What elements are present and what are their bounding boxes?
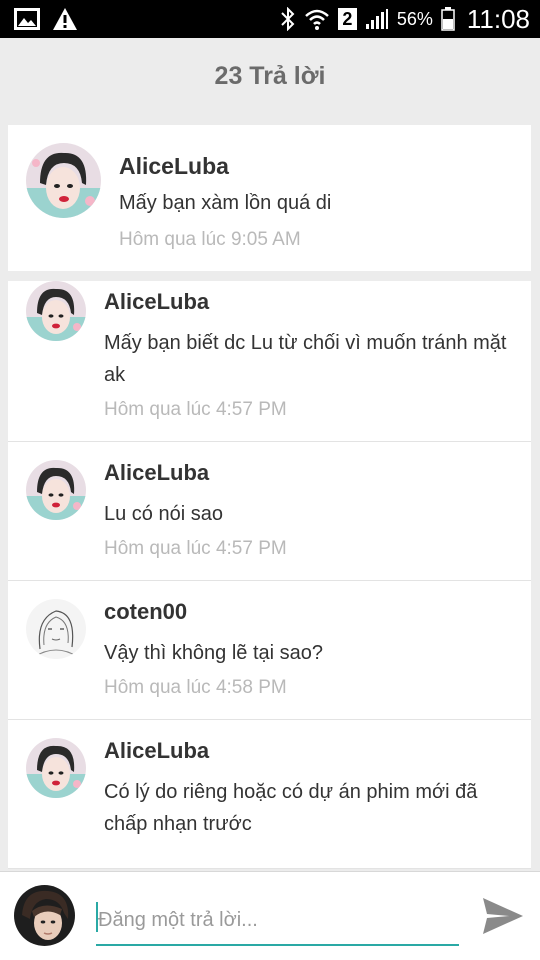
warning-icon bbox=[52, 7, 78, 31]
author-name[interactable]: coten00 bbox=[104, 599, 519, 625]
reply-timestamp: Hôm qua lúc 4:57 PM bbox=[104, 538, 287, 559]
replies-list: AliceLuba Mấy bạn biết dc Lu từ chối vì … bbox=[8, 281, 531, 869]
reply-text: Lu có nói sao bbox=[104, 503, 223, 525]
author-name[interactable]: AliceLuba bbox=[104, 460, 519, 486]
text-caret bbox=[96, 902, 98, 932]
my-avatar[interactable] bbox=[14, 885, 75, 946]
author-name[interactable]: AliceLuba bbox=[104, 289, 519, 315]
avatar[interactable] bbox=[26, 599, 86, 659]
list-item[interactable]: AliceLuba Mấy bạn biết dc Lu từ chối vì … bbox=[8, 281, 531, 442]
post-text: Mấy bạn xàm lồn quá di bbox=[119, 192, 332, 214]
reply-input[interactable] bbox=[96, 896, 459, 946]
reply-timestamp: Hôm qua lúc 4:58 PM bbox=[104, 677, 287, 698]
reply-text: Vậy thì không lẽ tại sao? bbox=[104, 642, 324, 664]
reply-text: Có lý do riêng hoặc có dự án phim mới đã… bbox=[104, 781, 478, 835]
send-icon bbox=[483, 898, 523, 934]
avatar[interactable] bbox=[26, 143, 101, 218]
bluetooth-icon bbox=[280, 7, 296, 31]
battery-icon bbox=[441, 7, 455, 31]
author-name[interactable]: AliceLuba bbox=[119, 153, 521, 180]
original-post[interactable]: AliceLuba Mấy bạn xàm lồn quá di Hôm qua… bbox=[8, 125, 531, 271]
list-item[interactable]: AliceLuba Có lý do riêng hoặc có dự án p… bbox=[8, 720, 531, 869]
author-name[interactable]: AliceLuba bbox=[104, 738, 519, 764]
reply-text: Mấy bạn biết dc Lu từ chối vì muốn tránh… bbox=[104, 332, 507, 386]
send-button[interactable] bbox=[481, 894, 525, 938]
page-title: 23 Trả lời bbox=[214, 61, 326, 90]
reply-thread[interactable]: AliceLuba Mấy bạn xàm lồn quá di Hôm qua… bbox=[8, 125, 531, 871]
avatar[interactable] bbox=[26, 738, 86, 798]
sim-slot-badge: 2 bbox=[337, 8, 357, 30]
battery-percentage: 56% bbox=[396, 8, 433, 29]
clock: 11:08 bbox=[466, 3, 530, 34]
header: 23 Trả lời bbox=[0, 38, 540, 114]
wifi-icon bbox=[304, 7, 330, 31]
post-timestamp: Hôm qua lúc 9:05 AM bbox=[119, 229, 301, 250]
list-item[interactable]: AliceLuba Lu có nói sao Hôm qua lúc 4:57… bbox=[8, 442, 531, 581]
compose-bar bbox=[0, 871, 540, 960]
list-item[interactable]: coten00 Vậy thì không lẽ tại sao? Hôm qu… bbox=[8, 581, 531, 720]
status-bar: 2 56% 11:08 bbox=[0, 0, 540, 38]
avatar[interactable] bbox=[26, 281, 86, 341]
avatar[interactable] bbox=[26, 460, 86, 520]
image-icon bbox=[14, 8, 40, 30]
signal-icon bbox=[365, 8, 389, 30]
reply-timestamp: Hôm qua lúc 4:57 PM bbox=[104, 399, 287, 420]
